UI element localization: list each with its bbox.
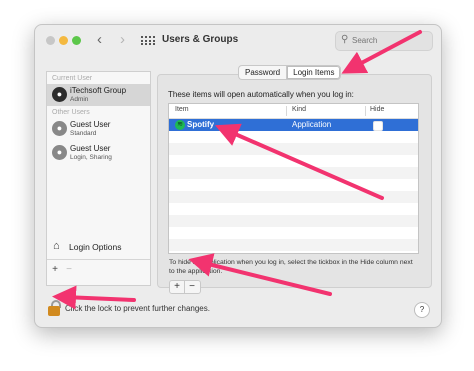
back-icon[interactable]: ‹ (97, 32, 102, 48)
close-button[interactable] (46, 36, 55, 45)
divider (47, 259, 150, 260)
sidebar-user-guest-standard[interactable]: ● Guest User Standard (47, 118, 150, 140)
table-row (169, 215, 418, 227)
login-items-table: Item Kind Hide ≋ Spotify Application (168, 103, 419, 254)
table-row (169, 143, 418, 155)
hide-help-text: To hide an application when you log in, … (169, 259, 413, 275)
table-row (169, 191, 418, 203)
remove-user-button[interactable]: − (63, 264, 75, 276)
current-user-label: Current User (52, 75, 93, 82)
item-kind: Application (292, 120, 332, 129)
tab-password[interactable]: Password (238, 65, 287, 80)
table-row-spotify[interactable]: ≋ Spotify Application (169, 119, 418, 131)
column-item[interactable]: Item (175, 106, 189, 113)
show-all-grid-icon[interactable] (141, 36, 155, 46)
minimize-button[interactable] (59, 36, 68, 45)
avatar: ● (52, 87, 67, 102)
title-bar: ‹ › Users & Groups ⚲ (35, 25, 441, 57)
add-user-button[interactable]: + (49, 264, 61, 276)
user-role: Admin (70, 96, 89, 103)
users-groups-window: ‹ › Users & Groups ⚲ Current User ● iTec… (34, 24, 442, 328)
home-icon: ⌂ (53, 240, 60, 252)
sidebar-user-guest-sharing[interactable]: ● Guest User Login, Sharing (47, 142, 150, 164)
user-role: Login, Sharing (70, 154, 112, 161)
avatar: ● (52, 121, 67, 136)
login-options-item[interactable]: ⌂ Login Options (47, 238, 150, 258)
table-header: Item Kind Hide (169, 104, 418, 119)
column-kind[interactable]: Kind (292, 106, 306, 113)
search-field[interactable]: ⚲ (335, 31, 433, 51)
login-items-add-remove: + − (169, 280, 201, 294)
help-button[interactable]: ? (414, 302, 430, 318)
add-login-item-button[interactable]: + (170, 281, 185, 293)
item-name: Spotify (187, 120, 215, 129)
login-options-label: Login Options (69, 242, 122, 252)
column-hide[interactable]: Hide (370, 106, 384, 113)
window-title: Users & Groups (162, 34, 239, 45)
lock-text: Click the lock to prevent further change… (65, 304, 210, 313)
user-role: Standard (70, 130, 97, 137)
users-sidebar: Current User ● iTechsoft Group Admin Oth… (46, 71, 151, 286)
other-users-label: Other Users (52, 109, 90, 116)
login-items-heading: These items will open automatically when… (168, 90, 354, 99)
tab-bar: Password Login Items (238, 65, 342, 80)
table-row (169, 239, 418, 251)
zoom-button[interactable] (72, 36, 81, 45)
tab-login-items[interactable]: Login Items (286, 65, 342, 80)
sidebar-user-itechsoft[interactable]: ● iTechsoft Group Admin (47, 84, 150, 106)
search-icon: ⚲ (341, 34, 349, 45)
forward-icon[interactable]: › (120, 32, 125, 48)
spotify-icon: ≋ (175, 120, 185, 130)
user-name: Guest User (70, 144, 111, 153)
user-name: Guest User (70, 120, 111, 129)
table-row (169, 167, 418, 179)
avatar: ● (52, 145, 67, 160)
lock-icon[interactable] (48, 300, 61, 316)
remove-login-item-button[interactable]: − (185, 281, 199, 293)
user-name: iTechsoft Group (70, 86, 127, 95)
search-input[interactable] (352, 34, 428, 47)
hide-checkbox[interactable] (373, 121, 383, 131)
